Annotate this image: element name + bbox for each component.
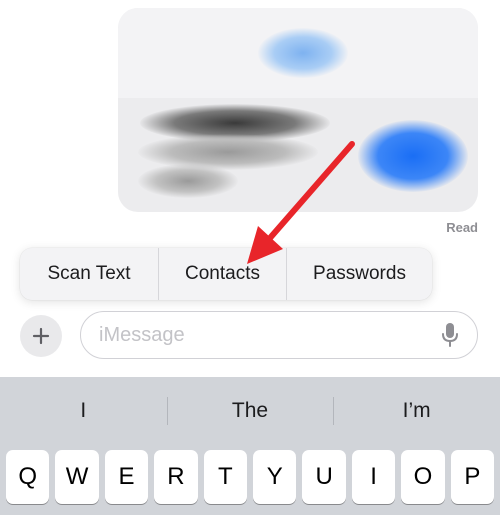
key-p[interactable]: P [450, 450, 495, 504]
key-i[interactable]: I [351, 450, 396, 504]
blurred-link-button [358, 120, 468, 192]
key-u[interactable]: U [302, 450, 346, 504]
suggestion-item[interactable]: I [0, 377, 167, 445]
key-o[interactable]: O [401, 450, 445, 504]
imessage-input[interactable] [80, 311, 478, 359]
key-q[interactable]: Q [6, 450, 50, 504]
key-y[interactable]: Y [253, 450, 297, 504]
microphone-icon[interactable] [440, 322, 460, 348]
plus-icon [32, 327, 50, 345]
menu-item-passwords[interactable]: Passwords [286, 248, 432, 300]
predictive-text-bar: I The I’m [0, 377, 500, 445]
suggestion-item[interactable]: The [166, 377, 334, 445]
read-receipt: Read [446, 220, 478, 235]
key-r[interactable]: R [154, 450, 198, 504]
key-t[interactable]: T [203, 450, 248, 504]
message-bubble[interactable] [118, 8, 478, 212]
menu-item-contacts[interactable]: Contacts [158, 248, 286, 300]
blurred-text-line [138, 164, 238, 198]
keyboard: I The I’m Q W E R T Y U I O P [0, 377, 500, 515]
blurred-text-line [138, 134, 318, 170]
suggestion-item[interactable]: I’m [333, 377, 500, 445]
key-e[interactable]: E [104, 450, 149, 504]
keyboard-top-row: Q W E R T Y U I O P [6, 450, 495, 504]
key-w[interactable]: W [55, 450, 99, 504]
apps-plus-button[interactable] [20, 315, 62, 357]
menu-item-scan-text[interactable]: Scan Text [20, 248, 158, 300]
text-context-menu: Scan Text Contacts Passwords [20, 248, 432, 300]
blurred-emoji [258, 28, 348, 78]
